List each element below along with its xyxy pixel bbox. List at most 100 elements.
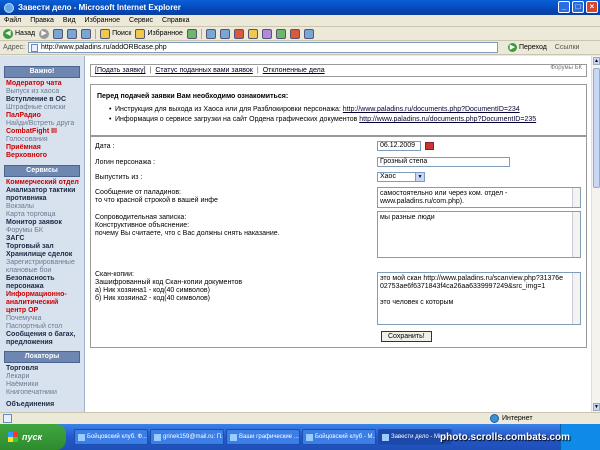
taskbar-task[interactable]: Ваши графические ... xyxy=(226,429,300,445)
sidebar-service-item[interactable]: Паспортный стол xyxy=(0,323,84,331)
sidebar-service-item[interactable]: Зарегистрированные xyxy=(0,259,84,267)
forward-arrow-icon[interactable]: ▶ xyxy=(39,28,50,39)
notice-link[interactable]: http://www.paladins.ru/documents.php?Doc… xyxy=(359,116,536,123)
messenger-icon[interactable] xyxy=(247,28,258,39)
sidebar-service-item[interactable]: Почемучка xyxy=(0,315,84,323)
tab-submit[interactable]: [Подать заявку] xyxy=(95,67,146,74)
save-button[interactable]: Сохранить! xyxy=(381,331,432,342)
taskbar-task[interactable]: grinek159@mail.ru: П... xyxy=(150,429,224,445)
maximize-icon[interactable]: □ xyxy=(572,1,584,13)
sidebar-service-item[interactable]: Форумы БК xyxy=(0,227,84,235)
refresh-icon[interactable] xyxy=(67,28,78,39)
favorites-button[interactable]: Избранное xyxy=(135,28,183,39)
sidebar-service-item[interactable]: Монитор заявок xyxy=(0,219,84,227)
taskbar-task[interactable]: Бойцовский клуб - M... xyxy=(302,429,376,445)
sidebar-service-item[interactable]: Вокзалы xyxy=(0,203,84,211)
tab-rejected[interactable]: Отклоненные дела xyxy=(263,67,325,74)
links-label[interactable]: Ссылки xyxy=(555,44,580,51)
tab-status[interactable]: Статус поданных вами заявок xyxy=(155,67,252,74)
addon-icon[interactable] xyxy=(289,28,300,39)
app-icon xyxy=(78,433,85,441)
page-scrollbar[interactable]: ▲ ▼ xyxy=(591,56,600,412)
close-icon[interactable]: × xyxy=(586,1,598,13)
security-zone: Интернет xyxy=(490,414,533,423)
scroll-down-icon[interactable]: ▼ xyxy=(593,403,600,411)
search-button[interactable]: Поиск xyxy=(100,28,131,39)
menu-help[interactable]: Справка xyxy=(162,17,189,24)
menu-view[interactable]: Вид xyxy=(63,17,76,24)
scan-textarea[interactable]: это мой скан http://www.paladins.ru/scan… xyxy=(377,272,581,325)
menu-tools[interactable]: Сервис xyxy=(129,17,153,24)
go-button[interactable]: ▶ Переход xyxy=(507,43,547,52)
sidebar-item-associations[interactable]: Объединения xyxy=(0,401,84,409)
date-field[interactable]: 06.12.2009 xyxy=(377,141,421,151)
textarea-scrollbar[interactable] xyxy=(572,188,580,207)
sidebar-service-item[interactable]: аналитический xyxy=(0,299,84,307)
sidebar-main-item[interactable]: CombatFight III xyxy=(0,128,84,136)
sidebar-main-item[interactable]: Найди/Встреть друга xyxy=(0,120,84,128)
forums-link[interactable]: Форумы БК xyxy=(550,65,582,71)
addon-icon[interactable] xyxy=(275,28,286,39)
textarea-scrollbar[interactable] xyxy=(572,212,580,257)
notice-link[interactable]: http://www.paladins.ru/documents.php?Doc… xyxy=(343,106,520,113)
textarea-scrollbar[interactable] xyxy=(572,273,580,324)
sidebar-service-item[interactable]: противника xyxy=(0,195,84,203)
menu-edit[interactable]: Правка xyxy=(30,17,54,24)
sidebar-service-item[interactable]: клановые бои xyxy=(0,267,84,275)
edit-icon[interactable] xyxy=(233,28,244,39)
minimize-icon[interactable]: _ xyxy=(558,1,570,13)
sidebar-locator-item[interactable]: Наёмники xyxy=(0,381,84,389)
toolbar-divider xyxy=(95,28,97,39)
sidebar-service-item[interactable]: Безопасность xyxy=(0,275,84,283)
sidebar-service-item[interactable]: центр ОР xyxy=(0,307,84,315)
mail-icon[interactable] xyxy=(205,28,216,39)
sidebar-main-item[interactable]: Выпуск из хаоса xyxy=(0,88,84,96)
sidebar-main-item[interactable]: Модератор чата xyxy=(0,80,84,88)
sidebar-main-item[interactable]: Голосования xyxy=(0,136,84,144)
sidebar-main-item[interactable]: Приёмная xyxy=(0,144,84,152)
paladin-message-textarea[interactable]: самостоятельно или через ком. отдел - ww… xyxy=(377,187,581,208)
sidebar-locator-item[interactable]: Лекари xyxy=(0,373,84,381)
research-icon[interactable] xyxy=(261,28,272,39)
sidebar-main-item[interactable]: Вступление в ОС xyxy=(0,96,84,104)
sidebar-main-item[interactable]: Верховного xyxy=(0,152,84,160)
sidebar-main-item[interactable]: Штрафные списки xyxy=(0,104,84,112)
media-icon[interactable] xyxy=(186,28,197,39)
address-input[interactable]: http://www.paladins.ru/addORBcase.php xyxy=(27,42,498,53)
sidebar-service-item[interactable]: предложения xyxy=(0,339,84,347)
sidebar-header-important: Важно! xyxy=(4,66,80,78)
print-icon[interactable] xyxy=(219,28,230,39)
taskbar-task-label: Ваши графические ... xyxy=(239,434,299,440)
sidebar-service-item[interactable]: Карта торговца xyxy=(0,211,84,219)
start-button[interactable]: пуск xyxy=(0,424,66,450)
sidebar-service-item[interactable]: Хранилище сделок xyxy=(0,251,84,259)
sidebar-service-item[interactable]: Торговый зал xyxy=(0,243,84,251)
release-select[interactable]: Хаос ▼ xyxy=(377,172,425,182)
sidebar-main-item[interactable]: ПалРадио xyxy=(0,112,84,120)
login-field[interactable]: Грозный степа xyxy=(377,157,510,167)
sidebar-service-item[interactable]: ЗАГС xyxy=(0,235,84,243)
back-label: Назад xyxy=(15,30,36,37)
scroll-up-icon[interactable]: ▲ xyxy=(593,57,600,65)
taskbar-task-label: Бойцовский клуб. Ф... xyxy=(87,434,148,440)
paladin-message-label-line: то что красной строкой в вашей инфе xyxy=(95,197,218,204)
sidebar-service-item[interactable]: Информационно- xyxy=(0,291,84,299)
sidebar: Важно! Модератор чата Выпуск из хаоса Всту… xyxy=(0,56,85,412)
scroll-thumb[interactable] xyxy=(593,68,600,188)
sidebar-service-item[interactable]: персонажа xyxy=(0,283,84,291)
sidebar-service-item[interactable]: Коммерческий отдел xyxy=(0,179,84,187)
home-icon[interactable] xyxy=(81,28,92,39)
window-titlebar: Завести дело - Microsoft Internet Explor… xyxy=(0,0,600,15)
sidebar-service-item[interactable]: Анализатор тактики xyxy=(0,187,84,195)
addon-icon[interactable] xyxy=(303,28,314,39)
taskbar-task[interactable]: Бойцовский клуб. Ф... xyxy=(74,429,148,445)
note-textarea[interactable]: мы разные люди xyxy=(377,211,581,258)
calendar-icon[interactable] xyxy=(425,142,434,150)
sidebar-locator-item[interactable]: Торговля xyxy=(0,365,84,373)
stop-icon[interactable] xyxy=(53,28,64,39)
sidebar-locator-item[interactable]: Книгопечатники xyxy=(0,389,84,397)
menu-file[interactable]: Файл xyxy=(4,17,21,24)
menu-favorites[interactable]: Избранное xyxy=(85,17,120,24)
sidebar-service-item[interactable]: Сообщения о багах, xyxy=(0,331,84,339)
back-button[interactable]: ◀ Назад xyxy=(3,28,36,39)
